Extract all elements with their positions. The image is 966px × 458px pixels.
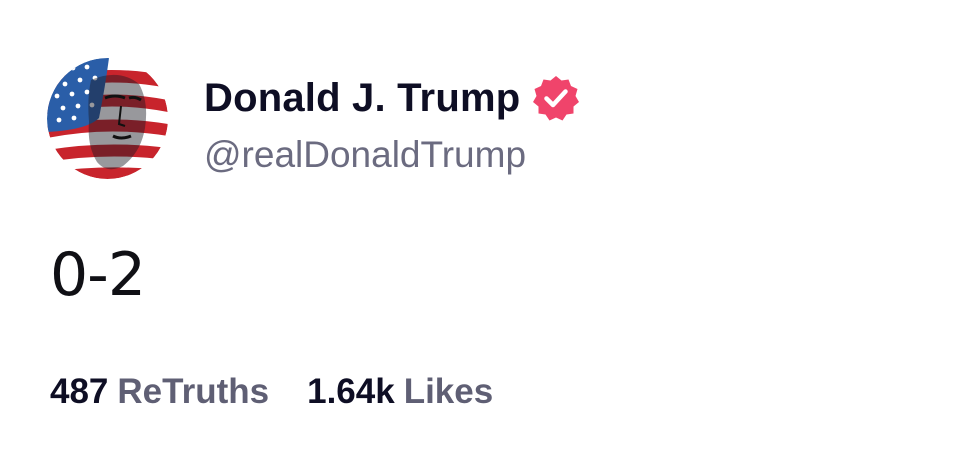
likes-count: 1.64k: [307, 372, 395, 411]
avatar-image: [47, 58, 168, 179]
post-stats: 487 ReTruths 1.64k Likes: [50, 372, 493, 412]
retruths-label: ReTruths: [117, 372, 270, 411]
truth-post: Donald J. Trump @realDonaldTrump 0-2 487…: [0, 0, 966, 458]
author-row: Donald J. Trump: [204, 70, 580, 126]
display-name[interactable]: Donald J. Trump: [204, 76, 520, 121]
retruths-stat[interactable]: 487 ReTruths: [50, 372, 269, 412]
post-text: 0-2: [50, 240, 146, 310]
avatar[interactable]: [47, 58, 168, 179]
likes-stat[interactable]: 1.64k Likes: [307, 372, 493, 412]
author-handle[interactable]: @realDonaldTrump: [204, 134, 526, 176]
likes-label: Likes: [403, 372, 494, 411]
retruths-count: 487: [50, 372, 109, 411]
verified-badge-icon: [532, 74, 580, 122]
